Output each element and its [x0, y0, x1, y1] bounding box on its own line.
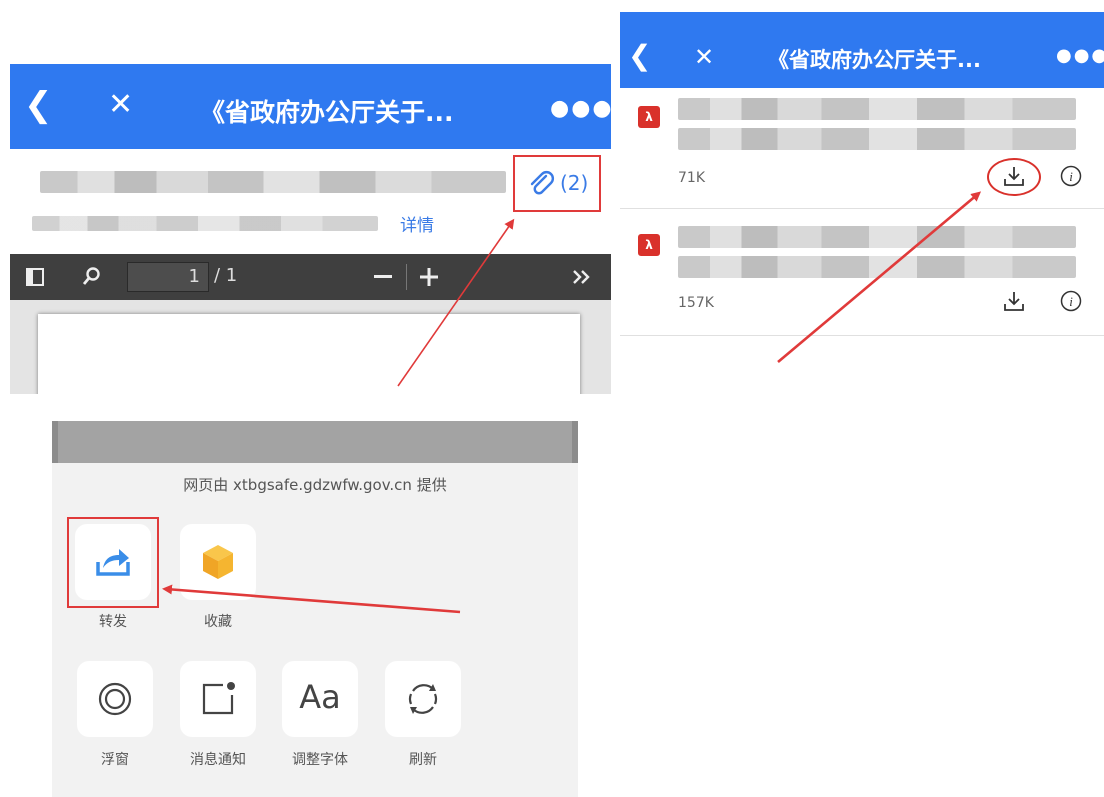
- svg-text:i: i: [1069, 294, 1073, 309]
- share-forward-icon: [96, 549, 130, 576]
- document-meta-blurred: [32, 216, 378, 231]
- refresh-button[interactable]: [385, 661, 461, 737]
- float-window-icon: [98, 682, 132, 716]
- zoom-out-icon[interactable]: [374, 275, 392, 279]
- share-sheet-panel: 网页由 xtbgsafe.gdzwfw.gov.cn 提供 转发 收藏 浮窗 消…: [52, 421, 578, 797]
- forward-button[interactable]: [75, 524, 151, 600]
- pdf-page: [38, 314, 580, 394]
- close-icon[interactable]: ✕: [108, 90, 133, 120]
- file-name-blurred: [678, 128, 1076, 150]
- info-icon[interactable]: i: [1060, 165, 1082, 187]
- notification-button[interactable]: [180, 661, 256, 737]
- notification-icon: [202, 682, 235, 715]
- page-title: 《省政府办公厅关于...: [200, 98, 454, 127]
- file-name-blurred: [678, 226, 1076, 248]
- info-icon[interactable]: i: [1060, 290, 1082, 312]
- font-size-button[interactable]: Aa: [282, 661, 358, 737]
- double-chevron-right-icon[interactable]: [572, 269, 592, 285]
- font-size-icon: Aa: [299, 678, 341, 716]
- divider: [620, 208, 1104, 209]
- refresh-label: 刷新: [409, 752, 437, 768]
- sidebar-toggle-icon[interactable]: [26, 268, 44, 286]
- pdf-toolbar: 1 / 1: [10, 254, 611, 300]
- chevron-left-icon[interactable]: ❮: [628, 42, 651, 70]
- search-icon[interactable]: [82, 266, 102, 286]
- favorite-label: 收藏: [204, 614, 232, 630]
- svg-text:i: i: [1069, 169, 1073, 184]
- paperclip-icon[interactable]: [526, 168, 556, 198]
- pdf-file-icon: λ: [638, 234, 660, 256]
- float-window-label: 浮窗: [101, 752, 129, 768]
- attachment-count[interactable]: (2): [560, 171, 588, 195]
- close-icon[interactable]: ✕: [694, 45, 714, 69]
- more-dots-icon[interactable]: ●●●: [1056, 47, 1104, 65]
- font-size-label: 调整字体: [292, 752, 348, 768]
- pdf-canvas: [10, 300, 611, 394]
- provider-text: 网页由 xtbgsafe.gdzwfw.gov.cn 提供: [183, 476, 447, 494]
- details-link[interactable]: 详情: [400, 211, 434, 236]
- favorite-cube-icon: [203, 545, 233, 579]
- file-size: 71K: [678, 170, 705, 186]
- divider: [620, 335, 1104, 336]
- document-title-blurred: [40, 171, 506, 193]
- attachment-list-panel: ❮ ✕ 《省政府办公厅关于... ●●● λ 71K i λ 157K i: [620, 12, 1104, 338]
- file-name-blurred: [678, 98, 1076, 120]
- top-nav-bar: ❮ ✕ 《省政府办公厅关于... ●●●: [620, 12, 1104, 88]
- notification-label: 消息通知: [190, 752, 246, 768]
- file-size: 157K: [678, 295, 714, 311]
- refresh-icon: [408, 684, 438, 714]
- top-nav-bar: ❮ ✕ 《省政府办公厅关于... ●●●: [10, 64, 611, 149]
- document-viewer-panel: ❮ ✕ 《省政府办公厅关于... ●●● 详情 (2) 1 / 1: [10, 64, 611, 394]
- dimmed-page-backdrop: [52, 421, 578, 463]
- page-title: 《省政府办公厅关于...: [768, 48, 981, 72]
- favorite-button[interactable]: [180, 524, 256, 600]
- page-number-input[interactable]: 1: [127, 262, 209, 292]
- pdf-file-icon: λ: [638, 106, 660, 128]
- zoom-in-icon[interactable]: [420, 268, 438, 286]
- float-window-button[interactable]: [77, 661, 153, 737]
- toolbar-divider: [406, 264, 407, 290]
- chevron-left-icon[interactable]: ❮: [24, 88, 53, 122]
- file-name-blurred: [678, 256, 1076, 278]
- forward-label: 转发: [99, 614, 127, 630]
- page-total: / 1: [214, 265, 238, 286]
- more-dots-icon[interactable]: ●●●: [550, 98, 611, 120]
- download-icon[interactable]: [1003, 165, 1025, 187]
- download-icon[interactable]: [1003, 290, 1025, 312]
